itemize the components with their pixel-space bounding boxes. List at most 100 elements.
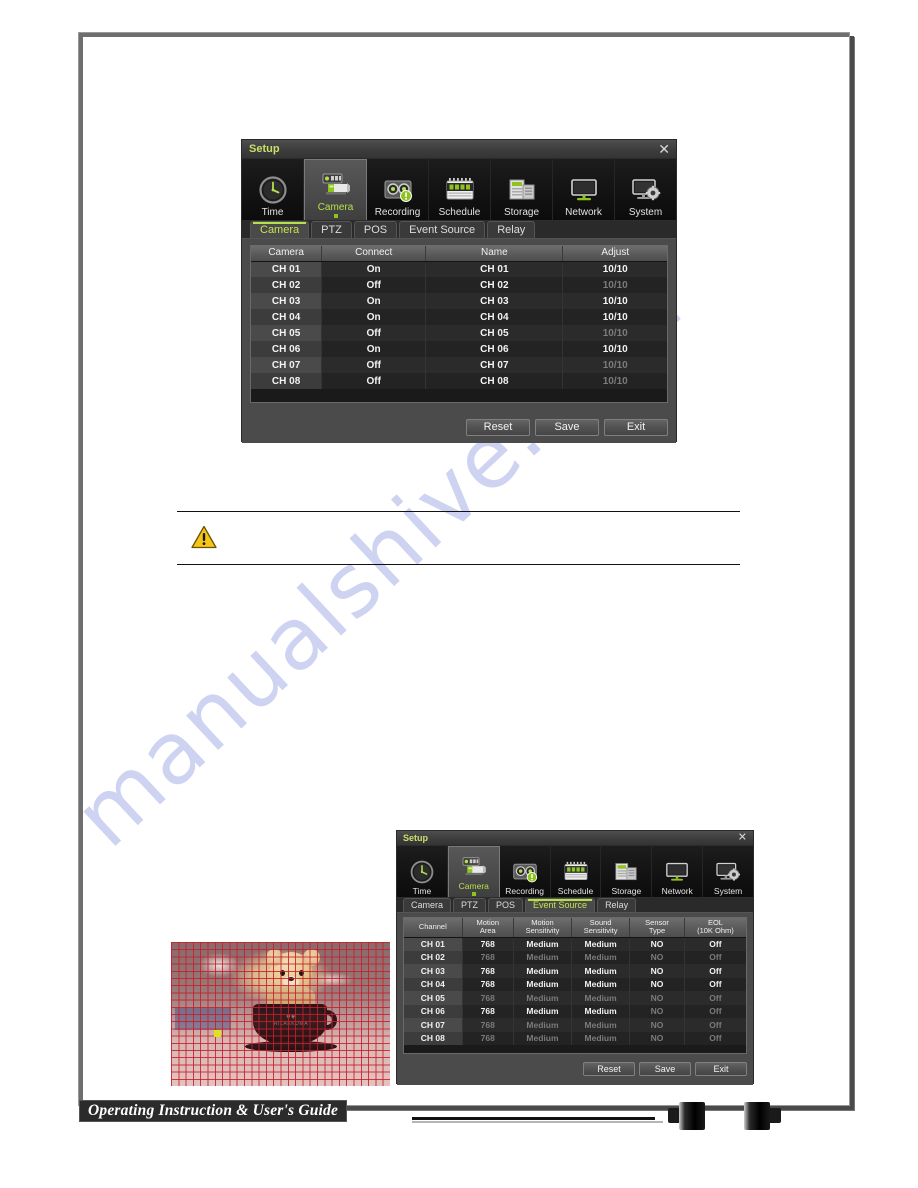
cell-eol[interactable]: Off: [684, 977, 746, 991]
motion-area-preview[interactable]: ♥♥ RILAKKUMA: [171, 942, 390, 1086]
table-row[interactable]: CH 06 768 Medium Medium NO Off: [404, 1004, 746, 1018]
cell-sound-sensitivity[interactable]: Medium: [571, 1004, 631, 1018]
table-row[interactable]: CH 01 768 Medium Medium NO Off: [404, 937, 746, 951]
cell-eol[interactable]: Off: [684, 937, 746, 951]
cell-camera[interactable]: CH 01: [251, 261, 323, 277]
table-row[interactable]: CH 07 Off CH 07 10/10: [251, 357, 667, 373]
cell-motion-area[interactable]: 768: [462, 937, 514, 951]
nav-item-schedule[interactable]: Schedule: [551, 846, 602, 897]
table-row[interactable]: CH 02 768 Medium Medium NO Off: [404, 950, 746, 964]
cell-camera[interactable]: CH 04: [251, 309, 323, 325]
motion-cell-selected[interactable]: [214, 1030, 221, 1037]
table-row[interactable]: CH 01 On CH 01 10/10: [251, 261, 667, 277]
cell-name[interactable]: CH 04: [425, 309, 564, 325]
nav-item-recording[interactable]: Recording: [500, 846, 551, 897]
table-row[interactable]: CH 07 768 Medium Medium NO Off: [404, 1018, 746, 1032]
table-row[interactable]: CH 03 On CH 03 10/10: [251, 293, 667, 309]
cell-eol[interactable]: Off: [684, 964, 746, 978]
col-camera[interactable]: Camera: [251, 246, 323, 262]
save-button[interactable]: Save: [639, 1062, 691, 1076]
cell-motion-sensitivity[interactable]: Medium: [513, 1018, 573, 1032]
cell-motion-sensitivity[interactable]: Medium: [513, 964, 573, 978]
cell-channel[interactable]: CH 03: [404, 964, 463, 978]
cell-name[interactable]: CH 02: [425, 277, 564, 293]
nav-item-schedule[interactable]: Schedule: [429, 159, 491, 220]
cell-sensor-type[interactable]: NO: [629, 1018, 685, 1032]
cell-channel[interactable]: CH 06: [404, 1004, 463, 1018]
cell-adjust[interactable]: 10/10: [562, 341, 667, 357]
close-icon[interactable]: ✕: [738, 832, 747, 844]
save-button[interactable]: Save: [535, 419, 599, 436]
cell-sound-sensitivity[interactable]: Medium: [571, 964, 631, 978]
cell-channel[interactable]: CH 08: [404, 1031, 463, 1045]
cell-eol[interactable]: Off: [684, 950, 746, 964]
cell-name[interactable]: CH 06: [425, 341, 564, 357]
cell-adjust[interactable]: 10/10: [562, 309, 667, 325]
setup-window-event-source[interactable]: Setup ✕ Time Camera Recording Schedule S…: [396, 830, 754, 1085]
nav-item-time[interactable]: Time: [242, 159, 304, 220]
col-adjust[interactable]: Adjust: [562, 246, 667, 262]
cell-name[interactable]: CH 05: [425, 325, 564, 341]
cell-motion-area[interactable]: 768: [462, 977, 514, 991]
cell-camera[interactable]: CH 07: [251, 357, 323, 373]
cell-sensor-type[interactable]: NO: [629, 1004, 685, 1018]
cell-motion-area[interactable]: 768: [462, 1018, 514, 1032]
cell-connect[interactable]: Off: [321, 373, 427, 389]
tab-pos[interactable]: POS: [488, 898, 524, 912]
cell-eol[interactable]: Off: [684, 1004, 746, 1018]
nav-item-storage[interactable]: Storage: [491, 159, 553, 220]
motion-grid-overlay[interactable]: [171, 942, 390, 1086]
table-row[interactable]: CH 08 Off CH 08 10/10: [251, 373, 667, 389]
col-connect[interactable]: Connect: [321, 246, 427, 262]
cell-motion-area[interactable]: 768: [462, 950, 514, 964]
cell-eol[interactable]: Off: [684, 1031, 746, 1045]
cell-motion-area[interactable]: 768: [462, 1004, 514, 1018]
cell-motion-sensitivity[interactable]: Medium: [513, 977, 573, 991]
cell-connect[interactable]: Off: [321, 277, 427, 293]
cell-channel[interactable]: CH 04: [404, 977, 463, 991]
cell-sound-sensitivity[interactable]: Medium: [571, 950, 631, 964]
cell-eol[interactable]: Off: [684, 1018, 746, 1032]
cell-sensor-type[interactable]: NO: [629, 1031, 685, 1045]
cell-sound-sensitivity[interactable]: Medium: [571, 977, 631, 991]
cell-motion-area[interactable]: 768: [462, 1031, 514, 1045]
cell-connect[interactable]: On: [321, 261, 427, 277]
cell-sensor-type[interactable]: NO: [629, 964, 685, 978]
exit-button[interactable]: Exit: [695, 1062, 747, 1076]
reset-button[interactable]: Reset: [466, 419, 530, 436]
nav-item-camera[interactable]: Camera: [304, 159, 367, 220]
table-row[interactable]: CH 04 On CH 04 10/10: [251, 309, 667, 325]
cell-channel[interactable]: CH 05: [404, 991, 463, 1005]
col-name[interactable]: Name: [425, 246, 564, 262]
close-icon[interactable]: ✕: [658, 142, 670, 156]
cell-motion-sensitivity[interactable]: Medium: [513, 937, 573, 951]
cell-adjust[interactable]: 10/10: [562, 373, 667, 389]
table-row[interactable]: CH 06 On CH 06 10/10: [251, 341, 667, 357]
tab-event-source[interactable]: Event Source: [399, 221, 486, 238]
cell-connect[interactable]: On: [321, 309, 427, 325]
tab-event-source[interactable]: Event Source: [525, 898, 596, 912]
cell-motion-sensitivity[interactable]: Medium: [513, 950, 573, 964]
cell-motion-sensitivity[interactable]: Medium: [513, 991, 573, 1005]
cell-camera[interactable]: CH 06: [251, 341, 323, 357]
table-row[interactable]: CH 02 Off CH 02 10/10: [251, 277, 667, 293]
cell-adjust[interactable]: 10/10: [562, 325, 667, 341]
cell-adjust[interactable]: 10/10: [562, 261, 667, 277]
cell-adjust[interactable]: 10/10: [562, 293, 667, 309]
cell-connect[interactable]: Off: [321, 325, 427, 341]
cell-sound-sensitivity[interactable]: Medium: [571, 1031, 631, 1045]
tab-ptz[interactable]: PTZ: [453, 898, 487, 912]
reset-button[interactable]: Reset: [583, 1062, 635, 1076]
cell-camera[interactable]: CH 05: [251, 325, 323, 341]
cell-channel[interactable]: CH 07: [404, 1018, 463, 1032]
table-row[interactable]: CH 08 768 Medium Medium NO Off: [404, 1031, 746, 1045]
cell-connect[interactable]: On: [321, 293, 427, 309]
cell-sensor-type[interactable]: NO: [629, 977, 685, 991]
nav-item-network[interactable]: Network: [652, 846, 704, 897]
tab-camera[interactable]: Camera: [250, 221, 310, 238]
col-channel[interactable]: Channel: [404, 918, 463, 938]
setup-window-camera[interactable]: Setup ✕ Time Camera Recording Schedule S…: [241, 139, 677, 443]
cell-name[interactable]: CH 07: [425, 357, 564, 373]
table-row[interactable]: CH 03 768 Medium Medium NO Off: [404, 964, 746, 978]
col-motion-sensitivity[interactable]: Motion Sensitivity: [513, 918, 573, 938]
